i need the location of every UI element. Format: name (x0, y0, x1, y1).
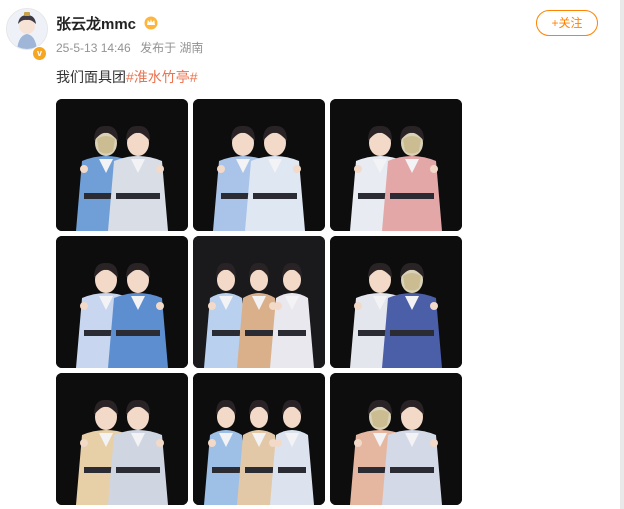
scrollbar-track (620, 0, 624, 509)
photo-thumbnail[interactable] (193, 99, 325, 231)
location: 发布于 湖南 (140, 41, 204, 55)
photo-thumbnail[interactable] (330, 373, 462, 505)
photo-thumbnail[interactable] (330, 99, 462, 231)
photo-thumbnail[interactable] (56, 236, 188, 368)
crown-icon (144, 16, 158, 30)
post-text: 我们面具团#淮水竹亭# (56, 67, 198, 87)
photo-grid (56, 99, 462, 505)
timestamp[interactable]: 25-5-13 14:46 (56, 41, 131, 55)
username[interactable]: 张云龙mmc (56, 13, 136, 34)
photo-thumbnail[interactable] (193, 236, 325, 368)
photo-thumbnail[interactable] (330, 236, 462, 368)
photo-thumbnail[interactable] (56, 99, 188, 231)
avatar[interactable] (6, 8, 48, 50)
weibo-post: v 张云龙mmc 25-5-13 14:46 发布于 湖南 +关注 我们面具团#… (0, 0, 620, 509)
photo-thumbnail[interactable] (56, 373, 188, 505)
post-text-plain: 我们面具团 (56, 69, 126, 85)
hashtag-link[interactable]: #淮水竹亭# (126, 69, 198, 85)
verified-icon: v (32, 46, 47, 61)
photo-thumbnail[interactable] (193, 373, 325, 505)
post-meta: 25-5-13 14:46 发布于 湖南 (56, 39, 209, 56)
follow-button[interactable]: +关注 (536, 10, 598, 36)
